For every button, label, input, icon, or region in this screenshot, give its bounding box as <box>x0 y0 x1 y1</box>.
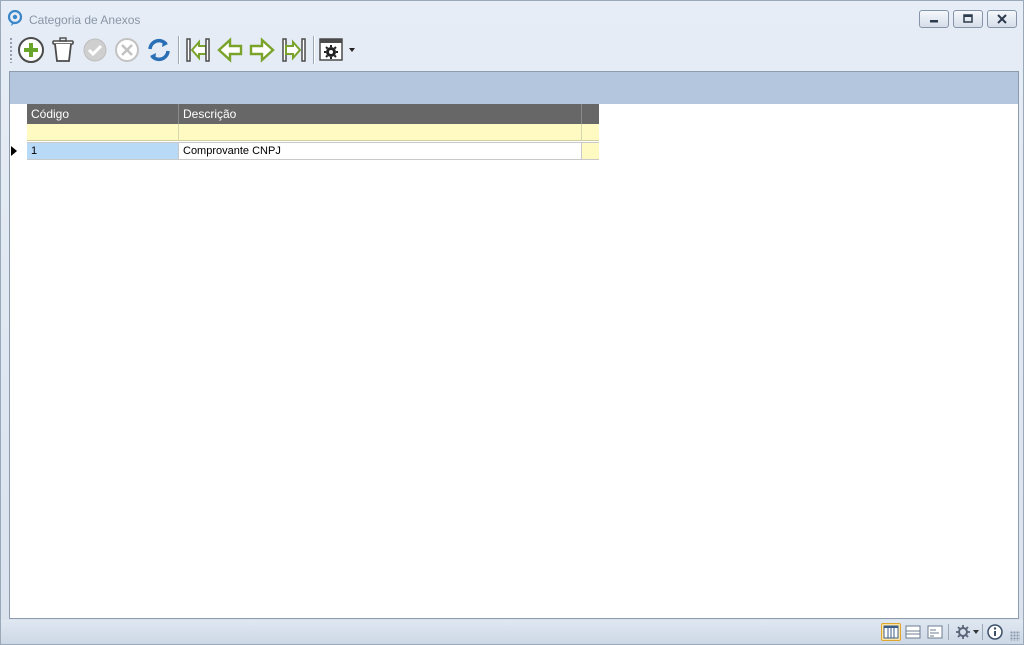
grid-view-icon <box>883 625 899 639</box>
group-by-panel[interactable] <box>10 72 1018 104</box>
filter-row <box>27 124 599 141</box>
toolbar-separator <box>313 36 314 64</box>
minimize-icon <box>930 20 938 23</box>
table-row[interactable]: 1 Comprovante CNPJ <box>27 143 599 160</box>
list-view-icon <box>905 625 921 639</box>
first-record-button[interactable] <box>182 34 214 66</box>
cell-codigo[interactable]: 1 <box>27 143 179 159</box>
status-separator <box>948 624 949 640</box>
next-record-button[interactable] <box>246 34 278 66</box>
confirm-button[interactable] <box>79 34 111 66</box>
previous-record-button[interactable] <box>214 34 246 66</box>
toolbar <box>9 32 1019 68</box>
x-circle-icon <box>115 38 139 62</box>
row-filler <box>582 143 599 159</box>
chevron-down-icon <box>973 630 979 634</box>
title-bar[interactable]: Categoria de Anexos <box>1 1 1023 33</box>
app-logo-icon <box>7 10 23 26</box>
refresh-button[interactable] <box>143 34 175 66</box>
app-window: Categoria de Anexos Código Descrição 1 C… <box>0 0 1024 645</box>
gear-window-icon <box>318 38 343 61</box>
toolbar-separator <box>178 36 179 64</box>
delete-button[interactable] <box>47 34 79 66</box>
grid-view-button[interactable] <box>881 623 901 641</box>
filter-descricao-input[interactable] <box>179 124 582 140</box>
form-view-button[interactable] <box>925 623 945 641</box>
close-icon <box>997 14 1007 24</box>
plus-circle-icon <box>18 37 44 63</box>
cancel-button[interactable] <box>111 34 143 66</box>
client-area: Código Descrição 1 Comprovante CNPJ <box>9 71 1019 619</box>
arrow-left-icon <box>217 37 243 63</box>
last-record-button[interactable] <box>278 34 310 66</box>
current-row-indicator-icon <box>11 146 17 156</box>
form-view-icon <box>927 625 943 639</box>
minimize-button[interactable] <box>919 10 949 28</box>
close-button[interactable] <box>987 10 1017 28</box>
status-bar <box>1 620 1023 644</box>
settings-dropdown-button[interactable] <box>317 34 357 66</box>
check-circle-icon <box>83 38 107 62</box>
status-settings-button[interactable] <box>953 623 981 641</box>
restore-icon <box>963 14 973 23</box>
info-icon <box>987 624 1003 640</box>
gear-icon <box>956 625 970 639</box>
toolbar-grip[interactable] <box>9 37 13 63</box>
resize-grip[interactable] <box>1010 631 1020 641</box>
trash-icon <box>52 37 74 62</box>
window-title: Categoria de Anexos <box>29 13 141 27</box>
column-header-descricao[interactable]: Descrição <box>179 104 582 124</box>
column-header-filler <box>582 104 599 124</box>
column-header-codigo[interactable]: Código <box>27 104 179 124</box>
chevron-down-icon <box>348 48 355 52</box>
restore-button[interactable] <box>953 10 983 28</box>
list-view-button[interactable] <box>903 623 923 641</box>
grid-header: Código Descrição <box>27 104 599 124</box>
first-record-icon <box>186 38 210 62</box>
last-record-icon <box>282 38 306 62</box>
add-button[interactable] <box>15 34 47 66</box>
filter-filler <box>582 124 599 140</box>
arrow-right-icon <box>249 37 275 63</box>
status-separator <box>982 624 983 640</box>
refresh-icon <box>148 38 170 62</box>
info-button[interactable] <box>985 623 1005 641</box>
data-grid: Código Descrição 1 Comprovante CNPJ <box>27 104 599 160</box>
cell-descricao[interactable]: Comprovante CNPJ <box>179 143 582 159</box>
filter-codigo-input[interactable] <box>27 124 179 140</box>
